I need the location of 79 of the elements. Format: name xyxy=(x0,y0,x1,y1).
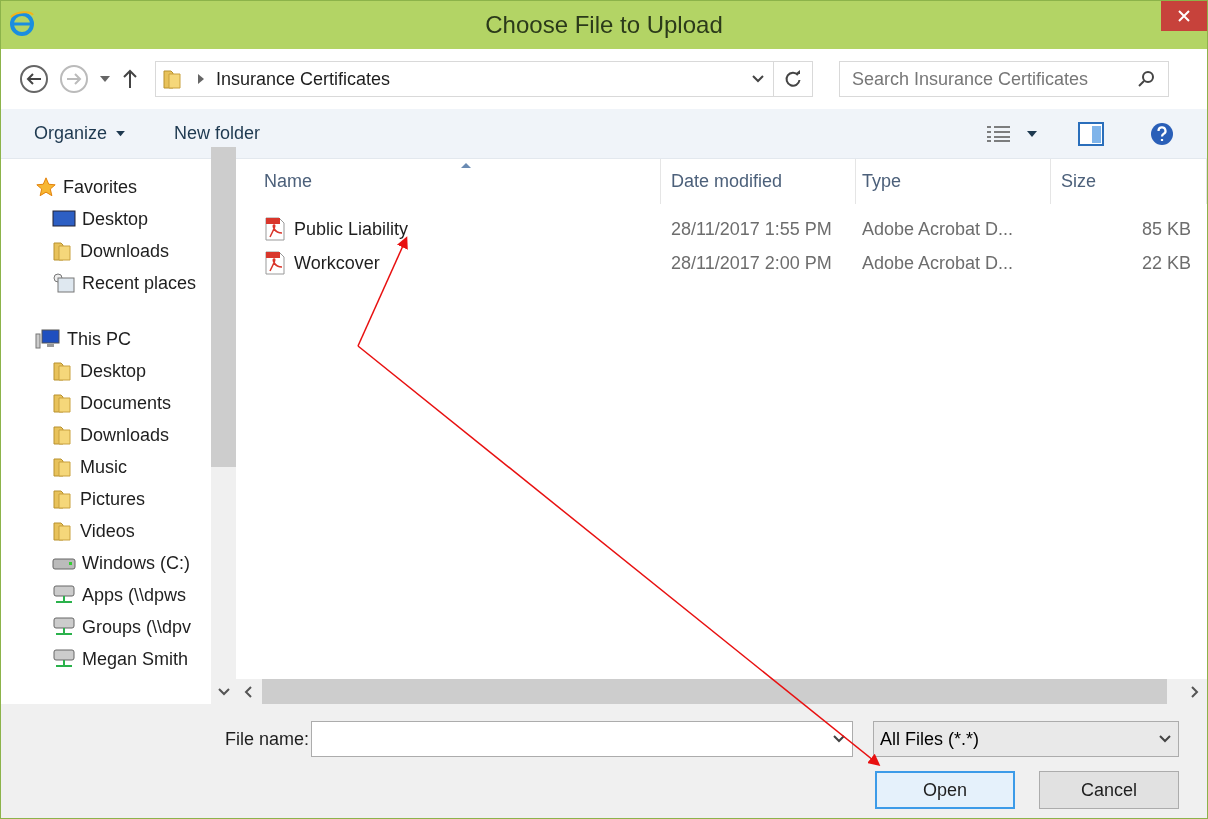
close-button[interactable] xyxy=(1161,1,1207,31)
sidebar-group[interactable]: Favorites xyxy=(1,171,211,203)
folder-icon xyxy=(52,456,74,478)
computer-icon xyxy=(35,328,61,350)
file-name-label: File name: xyxy=(224,727,309,751)
view-list-icon[interactable] xyxy=(986,124,1012,143)
chevron-right-icon xyxy=(198,74,204,84)
sidebar-group[interactable]: This PC xyxy=(1,323,211,355)
type-cell-text: Adobe Acrobat D... xyxy=(861,251,1015,275)
network-drive-icon xyxy=(52,616,76,638)
help-icon[interactable] xyxy=(1150,121,1174,146)
file-row[interactable]: Workcover 28/11/2017 2:00 PM Adobe Acrobat D... 22 KB xyxy=(236,246,1207,280)
sidebar-item[interactable]: Downloads xyxy=(1,235,211,267)
date-cell-text: 28/11/2017 1:55 PM xyxy=(670,217,833,241)
column-header[interactable]: Date modified xyxy=(661,159,856,204)
sidebar-item[interactable]: Windows (C:) xyxy=(1,547,211,579)
monitor-icon xyxy=(52,209,76,229)
sidebar-item[interactable]: Desktop xyxy=(1,203,211,235)
chevron-down-icon[interactable] xyxy=(751,74,765,84)
close-icon xyxy=(1178,10,1190,22)
file-name: Public Liability xyxy=(294,217,409,241)
sidebar-item[interactable]: Groups (\\dpv xyxy=(1,611,211,643)
folder-icon xyxy=(52,520,74,542)
open-button[interactable]: Open xyxy=(875,771,1015,809)
sidebar-item[interactable]: Desktop xyxy=(1,355,211,387)
sidebar-item[interactable]: Music xyxy=(1,451,211,483)
sidebar-item[interactable]: Documents xyxy=(1,387,211,419)
sort-arrow-icon xyxy=(461,162,471,168)
chevron-down-icon[interactable] xyxy=(217,688,230,696)
type-cell-text: Adobe Acrobat D... xyxy=(861,217,1015,241)
pdf-file-icon xyxy=(264,217,286,241)
size-cell-text: 85 KB xyxy=(1140,217,1192,241)
sidebar-item[interactable]: Downloads xyxy=(1,419,211,451)
caret-icon[interactable] xyxy=(99,75,111,83)
chevron-down-icon xyxy=(832,734,846,744)
network-drive-icon xyxy=(52,648,76,670)
refresh-icon[interactable] xyxy=(784,70,802,88)
file-type-dropdown[interactable]: All Files (*.*) xyxy=(873,721,1179,757)
window-title: Choose File to Upload xyxy=(484,10,724,40)
chevron-down-icon xyxy=(1158,734,1172,744)
folder-icon xyxy=(52,488,74,510)
cancel-button[interactable]: Cancel xyxy=(1039,771,1179,809)
back-icon[interactable] xyxy=(19,64,49,94)
scrollbar-thumb[interactable] xyxy=(211,146,236,467)
sidebar-item[interactable]: Recent places xyxy=(1,267,211,299)
caret-icon xyxy=(115,130,127,137)
address-bar[interactable]: Insurance Certificates xyxy=(155,61,813,97)
folder-icon xyxy=(52,424,74,446)
chevron-right-icon[interactable] xyxy=(1191,685,1199,698)
chevron-left-icon[interactable] xyxy=(244,685,252,698)
caret-icon[interactable] xyxy=(1026,129,1038,138)
folder-icon xyxy=(52,392,74,414)
column-header[interactable]: Size xyxy=(1051,159,1207,204)
search-field[interactable]: Search Insurance Certificates xyxy=(839,61,1169,97)
sidebar-item[interactable]: Apps (\\dpws xyxy=(1,579,211,611)
up-arrow-icon[interactable] xyxy=(121,69,139,89)
new-folder-button[interactable]: New folder xyxy=(174,120,261,147)
pdf-file-icon xyxy=(264,251,286,275)
date-cell-text: 28/11/2017 2:00 PM xyxy=(670,251,833,275)
file-name: Workcover xyxy=(294,251,380,275)
address-path: Insurance Certificates xyxy=(216,67,392,91)
preview-pane-icon[interactable] xyxy=(1078,121,1104,146)
sidebar-item[interactable]: Pictures xyxy=(1,483,211,515)
folder-icon xyxy=(162,68,184,90)
star-icon xyxy=(35,176,57,198)
recent-places-icon xyxy=(52,272,76,294)
browser-logo-icon xyxy=(7,9,37,39)
search-icon xyxy=(1138,70,1156,88)
folder-icon xyxy=(52,240,74,262)
size-cell-text: 22 KB xyxy=(1140,251,1192,275)
file-row[interactable]: Public Liability 28/11/2017 1:55 PM Adobe Acrobat D... 85 KB xyxy=(236,212,1207,246)
file-name-field[interactable] xyxy=(311,721,853,757)
network-drive-icon xyxy=(52,584,76,606)
organize-menu[interactable]: Organize xyxy=(34,120,127,147)
sidebar-item[interactable]: Megan Smith xyxy=(1,643,211,675)
folder-icon xyxy=(52,360,74,382)
search-input[interactable]: Search Insurance Certificates xyxy=(852,65,1138,93)
sidebar-item[interactable]: Videos xyxy=(1,515,211,547)
column-header[interactable]: Type xyxy=(856,159,1051,204)
